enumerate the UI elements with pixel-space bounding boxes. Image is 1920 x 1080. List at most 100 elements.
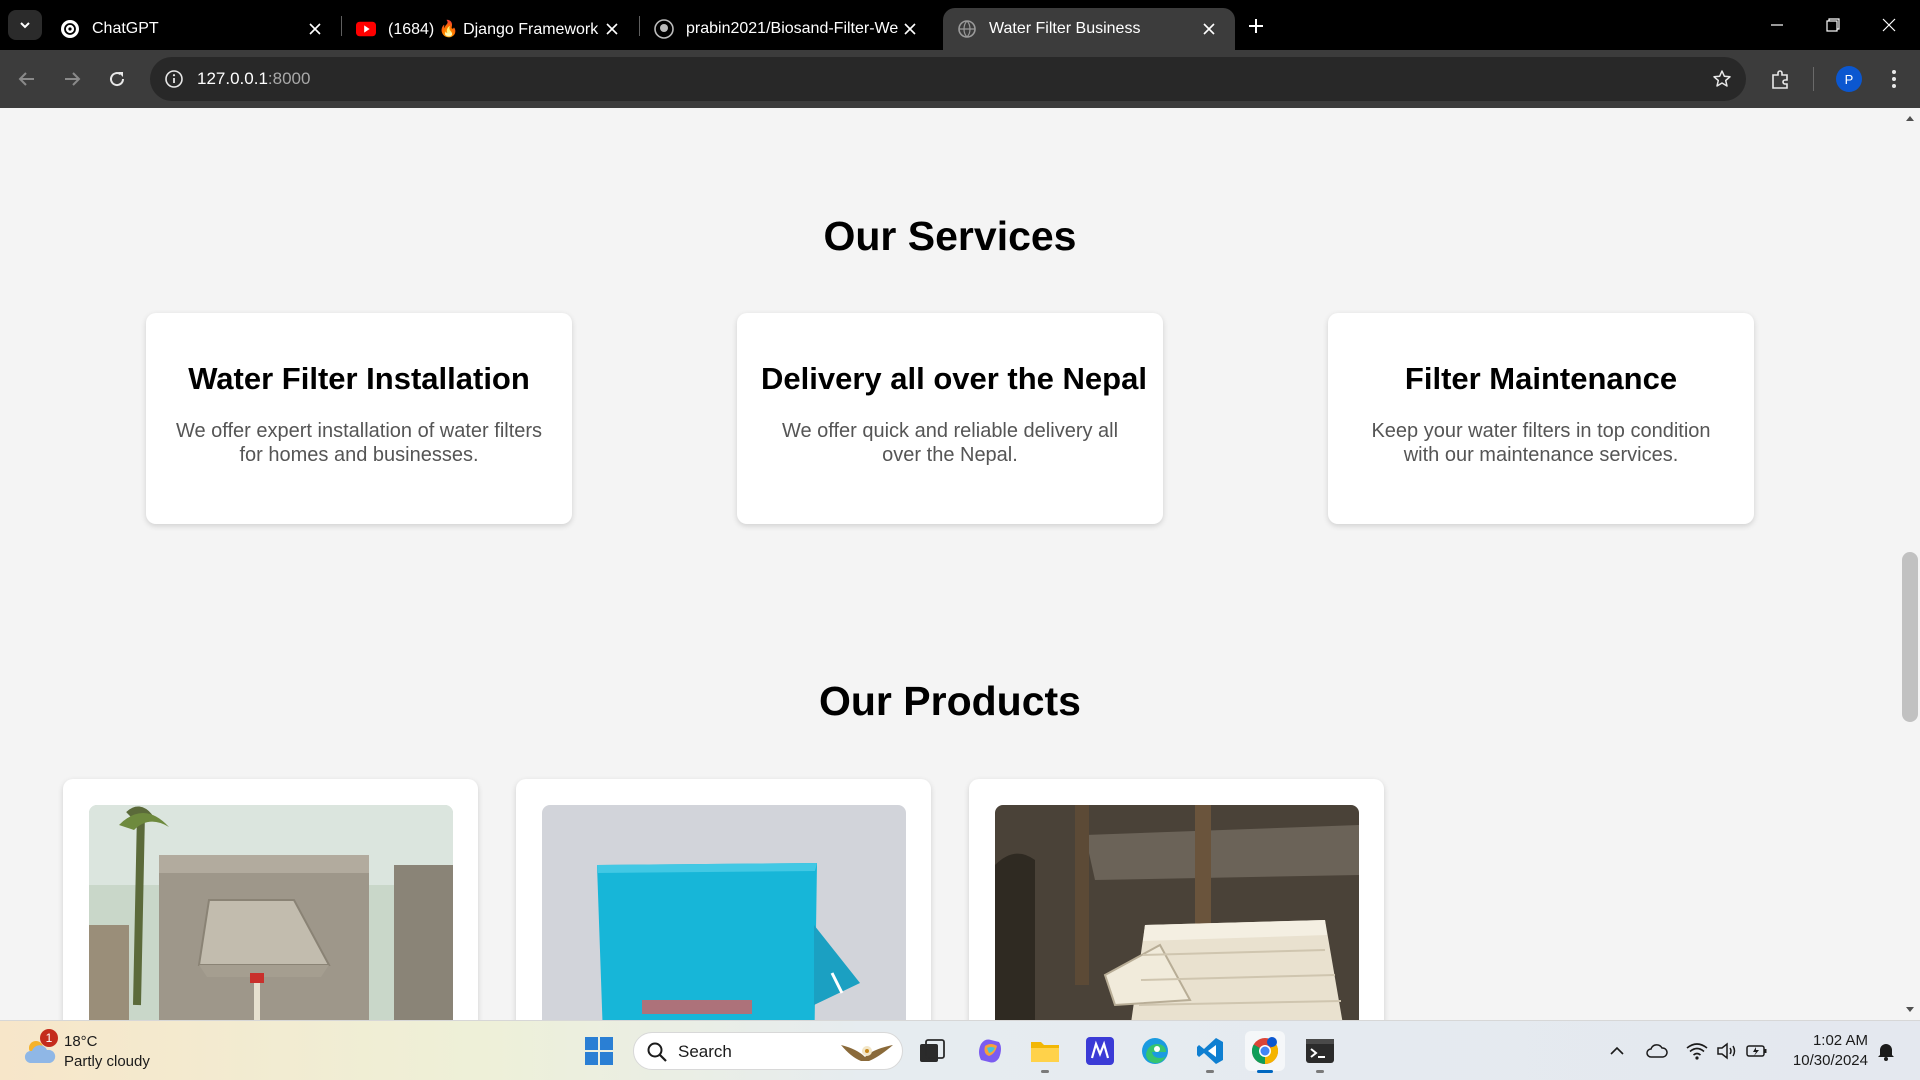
edge-browser-button[interactable] bbox=[1135, 1031, 1175, 1071]
product-image[interactable] bbox=[89, 805, 453, 1020]
running-indicator-active bbox=[1257, 1070, 1273, 1073]
close-icon bbox=[1882, 18, 1896, 32]
scroll-up-arrow-icon[interactable] bbox=[1904, 112, 1916, 124]
tab-github[interactable]: prabin2021/Biosand-Filter-Web bbox=[640, 8, 936, 50]
tab-bar: ChatGPT (1684) 🔥 Django Framework T prab… bbox=[0, 0, 1920, 50]
product-card[interactable] bbox=[63, 779, 478, 1020]
weather-temperature: 18°C bbox=[64, 1033, 98, 1050]
product-card[interactable] bbox=[516, 779, 931, 1020]
close-tab-icon[interactable] bbox=[898, 17, 922, 41]
service-card: Delivery all over the Nepal We offer qui… bbox=[737, 313, 1163, 524]
scroll-thumb[interactable] bbox=[1902, 552, 1918, 722]
github-icon bbox=[654, 19, 674, 39]
clock[interactable]: 1:02 AM 10/30/2024 bbox=[1778, 1031, 1868, 1071]
wifi-button[interactable] bbox=[1683, 1037, 1711, 1065]
tab-chatgpt[interactable]: ChatGPT bbox=[46, 8, 341, 50]
close-tab-icon[interactable] bbox=[1197, 17, 1221, 41]
close-window-button[interactable] bbox=[1861, 0, 1917, 50]
file-explorer-button[interactable] bbox=[1025, 1031, 1065, 1073]
concrete-biosand-filter-photo bbox=[89, 805, 453, 1020]
toolbar-divider bbox=[1813, 67, 1814, 91]
browser-toolbar: 127.0.0.1:8000 bbox=[0, 50, 1920, 108]
tab-search-button[interactable] bbox=[8, 10, 42, 40]
chatgpt-icon bbox=[60, 19, 80, 39]
chevron-down-icon bbox=[20, 22, 30, 29]
volume-button[interactable] bbox=[1713, 1037, 1741, 1065]
windows-taskbar: 1 18°C Partly cloudy Search 1:02 AM 10/3… bbox=[0, 1020, 1920, 1080]
notifications-button[interactable] bbox=[1872, 1037, 1900, 1065]
browser-menu-button[interactable] bbox=[1876, 61, 1912, 97]
forward-button[interactable] bbox=[54, 61, 90, 97]
show-hidden-icons-button[interactable] bbox=[1603, 1037, 1631, 1065]
tab-title: ChatGPT bbox=[92, 20, 159, 37]
service-card: Filter Maintenance Keep your water filte… bbox=[1328, 313, 1754, 524]
powerapps-button[interactable] bbox=[1080, 1031, 1120, 1071]
edge-icon bbox=[1142, 1038, 1168, 1064]
more-vertical-icon bbox=[1892, 70, 1896, 88]
product-card[interactable] bbox=[969, 779, 1384, 1020]
close-tab-icon[interactable] bbox=[600, 17, 624, 41]
extensions-button[interactable] bbox=[1763, 61, 1799, 97]
tab-title: prabin2021/Biosand-Filter-Web bbox=[686, 20, 898, 37]
back-button[interactable] bbox=[9, 61, 45, 97]
clock-time: 1:02 AM bbox=[1812, 1032, 1868, 1049]
chrome-icon bbox=[1251, 1037, 1279, 1065]
clock-date: 10/30/2024 bbox=[1792, 1052, 1868, 1069]
close-tab-icon[interactable] bbox=[303, 17, 327, 41]
url-text[interactable]: 127.0.0.1:8000 bbox=[197, 69, 310, 89]
service-title: Filter Maintenance bbox=[1404, 361, 1678, 396]
wifi-icon bbox=[1686, 1043, 1708, 1060]
url-host: 127.0.0.1 bbox=[197, 69, 268, 88]
new-tab-button[interactable] bbox=[1240, 12, 1272, 40]
reload-icon bbox=[110, 72, 125, 87]
onedrive-button[interactable] bbox=[1643, 1037, 1671, 1065]
service-description: Keep your water filters in top condition… bbox=[1371, 420, 1711, 466]
battery-button[interactable] bbox=[1743, 1037, 1771, 1065]
tab-title: (1684) 🔥 Django Framework T bbox=[388, 21, 600, 38]
restore-button[interactable] bbox=[1805, 0, 1861, 50]
product-image[interactable] bbox=[995, 805, 1359, 1020]
copilot-icon bbox=[979, 1039, 1001, 1063]
running-indicator bbox=[1316, 1070, 1324, 1073]
search-placeholder: Search bbox=[678, 1042, 732, 1061]
vscode-button[interactable] bbox=[1190, 1031, 1230, 1073]
speaker-icon bbox=[1717, 1042, 1736, 1060]
taskbar-search[interactable]: Search bbox=[633, 1032, 903, 1070]
bookmark-star-icon[interactable] bbox=[1710, 67, 1734, 91]
terminal-icon bbox=[1306, 1039, 1334, 1063]
minimize-button[interactable] bbox=[1749, 0, 1805, 50]
minimize-icon bbox=[1771, 24, 1783, 26]
reload-button[interactable] bbox=[99, 61, 135, 97]
running-indicator bbox=[1206, 1070, 1214, 1073]
products-title: Our Products bbox=[819, 678, 1081, 724]
terminal-button[interactable] bbox=[1300, 1031, 1340, 1073]
forward-arrow-icon bbox=[65, 72, 81, 86]
white-biosand-filter-photo bbox=[995, 805, 1359, 1020]
url-port: :8000 bbox=[267, 69, 311, 88]
site-info-icon[interactable] bbox=[162, 67, 186, 91]
services-title: Our Services bbox=[823, 213, 1077, 259]
weather-condition: Partly cloudy bbox=[64, 1053, 150, 1070]
weather-alert-badge: 1 bbox=[40, 1029, 58, 1047]
copilot-button[interactable] bbox=[970, 1031, 1010, 1071]
folder-icon bbox=[1031, 1042, 1059, 1062]
puzzle-icon bbox=[1772, 70, 1788, 89]
weather-widget[interactable]: 1 18°C Partly cloudy bbox=[20, 1029, 180, 1073]
product-image[interactable] bbox=[542, 805, 906, 1020]
scroll-down-arrow-icon[interactable] bbox=[1904, 1004, 1916, 1016]
address-bar[interactable]: 127.0.0.1:8000 bbox=[150, 57, 1746, 101]
tab-youtube[interactable]: (1684) 🔥 Django Framework T bbox=[342, 8, 638, 50]
profile-avatar[interactable]: P bbox=[1836, 66, 1862, 92]
task-view-button[interactable] bbox=[912, 1031, 952, 1071]
service-title: Delivery all over the Nepal bbox=[761, 361, 1147, 396]
tab-water-filter-business[interactable]: Water Filter Business bbox=[943, 8, 1235, 50]
eagle-illustration-icon bbox=[841, 1045, 893, 1061]
windows-logo-icon bbox=[585, 1037, 613, 1065]
page-scrollbar[interactable] bbox=[1900, 108, 1920, 1020]
back-arrow-icon bbox=[18, 72, 34, 86]
tab-title: Water Filter Business bbox=[989, 20, 1141, 37]
chrome-button[interactable] bbox=[1245, 1031, 1285, 1073]
start-button[interactable] bbox=[579, 1031, 619, 1071]
page-viewport: Our Services Water Filter Installation W… bbox=[0, 108, 1900, 1020]
bell-icon bbox=[1878, 1044, 1894, 1061]
